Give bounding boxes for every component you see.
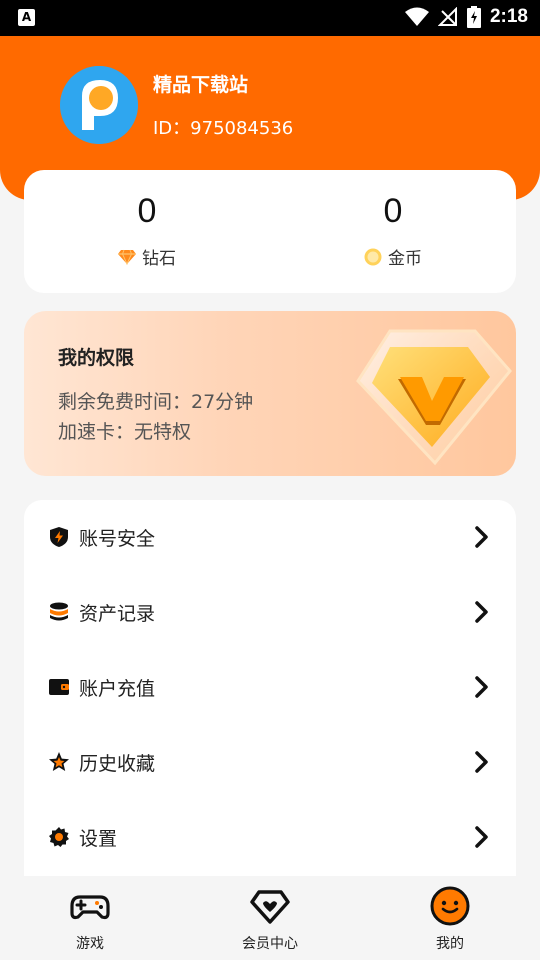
chevron-right-icon	[475, 601, 488, 623]
coin-balance[interactable]: 0 金币	[270, 170, 516, 293]
menu-label: 资产记录	[79, 603, 156, 625]
chevron-right-icon	[475, 826, 488, 848]
vip-v-badge-icon	[356, 329, 512, 466]
a-notification-icon: A	[18, 9, 35, 26]
menu-item-asset-records[interactable]: 资产记录	[24, 575, 516, 650]
p-logo-avatar	[60, 66, 138, 144]
chevron-right-icon	[475, 751, 488, 773]
tab-label: 游戏	[76, 936, 104, 952]
user-id-value: 975084536	[190, 118, 294, 139]
settings-menu: 账号安全 资产记录 账户充值 历史收藏 设置	[24, 500, 516, 876]
smiley-face-icon	[430, 886, 470, 926]
coin-label: 金币	[388, 249, 422, 269]
coin-icon	[364, 248, 382, 265]
wallet-icon	[49, 679, 69, 695]
avatar[interactable]	[60, 66, 138, 144]
menu-item-account-recharge[interactable]: 账户充值	[24, 650, 516, 725]
username: 精品下载站	[153, 74, 249, 96]
shield-lightning-icon	[50, 527, 68, 547]
permissions-card[interactable]: 我的权限 剩余免费时间：27分钟 加速卡：无特权	[24, 311, 516, 476]
tab-label: 会员中心	[242, 936, 298, 952]
user-id: ID：975084536	[153, 114, 293, 140]
menu-label: 设置	[79, 828, 118, 850]
menu-label: 账户充值	[79, 678, 156, 700]
star-icon	[49, 752, 69, 771]
tab-games[interactable]: 游戏	[0, 876, 180, 960]
bottom-tab-bar: 游戏 会员中心 我的	[0, 876, 540, 960]
status-icons: 2:18	[404, 6, 528, 28]
diamond-count: 0	[137, 192, 157, 230]
diamond-label: 钻石	[142, 249, 176, 269]
chevron-right-icon	[475, 676, 488, 698]
wallet-card: 0 钻石 0 金币	[24, 170, 516, 293]
remaining-free-time: 剩余免费时间：27分钟	[58, 391, 254, 413]
database-icon	[50, 602, 68, 621]
gamepad-icon	[70, 895, 110, 920]
tab-member-center[interactable]: 会员中心	[180, 876, 360, 960]
menu-label: 账号安全	[79, 528, 156, 550]
speed-card-status: 加速卡：无特权	[58, 421, 192, 443]
signal-off-icon	[437, 7, 457, 26]
menu-item-settings[interactable]: 设置	[24, 800, 516, 875]
wifi-icon	[404, 7, 429, 26]
clock-time: 2:18	[489, 6, 528, 27]
gear-icon	[49, 827, 69, 847]
battery-charging-icon	[466, 6, 481, 28]
menu-item-account-security[interactable]: 账号安全	[24, 500, 516, 575]
menu-item-history-favorites[interactable]: 历史收藏	[24, 725, 516, 800]
coin-count: 0	[383, 192, 403, 230]
permissions-title: 我的权限	[58, 347, 135, 369]
menu-label: 历史收藏	[79, 753, 156, 775]
status-bar: A 2:18	[0, 0, 540, 36]
tab-label: 我的	[436, 936, 464, 952]
diamond-icon	[118, 249, 136, 265]
diamond-heart-icon	[250, 890, 290, 924]
chevron-right-icon	[475, 526, 488, 548]
user-id-label: ID：	[153, 118, 191, 139]
diamond-balance[interactable]: 0 钻石	[24, 170, 270, 293]
tab-mine[interactable]: 我的	[360, 876, 540, 960]
